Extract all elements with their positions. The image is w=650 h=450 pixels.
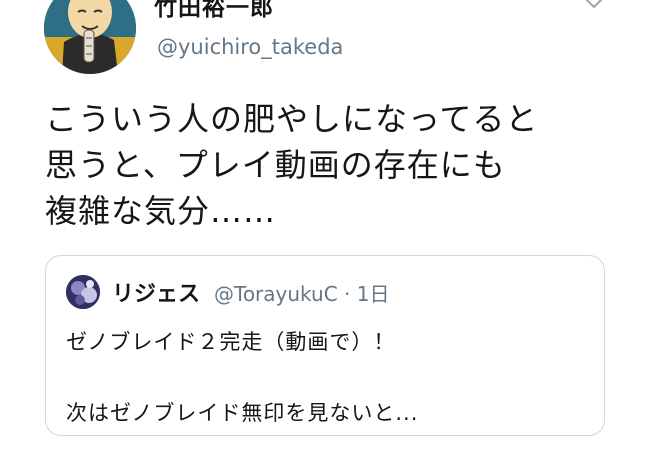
chevron-down-icon[interactable] <box>583 0 605 10</box>
author-handle[interactable]: @yuichiro_takeda <box>157 35 343 59</box>
quoted-avatar-icon <box>66 275 100 309</box>
tweet-text-line: 複雑な気分…… <box>45 192 277 230</box>
quoted-author-avatar[interactable] <box>66 275 100 309</box>
tweet-text: こういう人の肥やしになってると 思うと、プレイ動画の存在にも 複雑な気分…… <box>45 96 625 234</box>
avatar-illustration-icon <box>44 0 136 74</box>
tweet-text-line: 思うと、プレイ動画の存在にも <box>45 146 506 184</box>
quoted-author-handle-time[interactable]: @TorayukuC · 1日 <box>214 278 389 307</box>
tweet-text-line: こういう人の肥やしになってると <box>45 100 539 138</box>
quoted-tweet-text-line: ゼノブレイド２完走（動画で）！ <box>66 330 396 354</box>
quoted-author-display-name[interactable]: リジェス <box>112 276 200 308</box>
author-avatar[interactable] <box>44 0 136 74</box>
quoted-tweet-card[interactable]: リジェス @TorayukuC · 1日 ゼノブレイド２完走（動画で）！ 次はゼ… <box>45 255 605 436</box>
author-display-name[interactable]: 竹田裕一郎 <box>154 0 274 22</box>
quoted-tweet-text-line: 次はゼノブレイド無印を見ないと... <box>66 401 419 425</box>
